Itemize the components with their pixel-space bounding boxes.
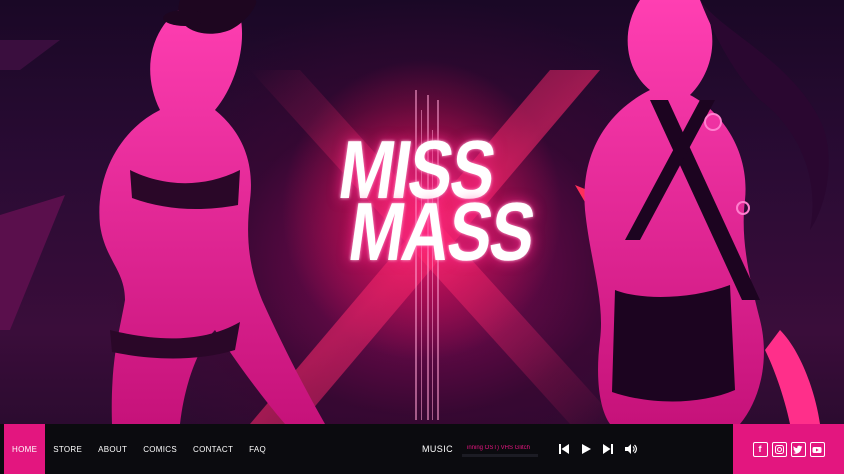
nav-home[interactable]: HOME [4, 424, 46, 474]
logo-line-2: MASS [343, 184, 540, 278]
previous-button[interactable] [553, 424, 575, 474]
next-button[interactable] [597, 424, 619, 474]
youtube-icon[interactable] [809, 441, 825, 457]
nav-contact[interactable]: CONTACT [185, 424, 241, 474]
twitter-icon[interactable] [790, 441, 806, 457]
player-controls [553, 424, 641, 474]
play-icon [582, 444, 591, 454]
miss-mass-logo: MISS MASS [334, 123, 540, 278]
social-links: f [733, 424, 844, 474]
nav-comics[interactable]: COMICS [135, 424, 185, 474]
volume-icon [624, 444, 637, 454]
bottom-bar: HOME STORE ABOUT COMICS CONTACT FAQ MUSI… [0, 424, 844, 474]
track-title-wrap: inning OST) VHS Glitch [467, 445, 543, 451]
previous-icon [559, 444, 569, 454]
shard [0, 40, 60, 70]
left-character [99, 0, 325, 424]
facebook-icon[interactable]: f [752, 441, 768, 457]
right-character [584, 0, 829, 424]
nav-about[interactable]: ABOUT [90, 424, 135, 474]
shard [0, 195, 65, 330]
music-player: MUSIC inning OST) VHS Glitch [422, 424, 543, 474]
nav-faq[interactable]: FAQ [241, 424, 274, 474]
nav-store[interactable]: STORE [45, 424, 90, 474]
track-progress[interactable] [462, 454, 538, 457]
hero-stage: MISS MASS HOME STORE ABOUT COMICS CONTAC… [0, 0, 844, 474]
volume-button[interactable] [619, 424, 641, 474]
next-icon [603, 444, 613, 454]
track-title: inning OST) VHS Glitch [467, 445, 531, 451]
music-label: MUSIC [422, 444, 453, 454]
instagram-icon[interactable] [771, 441, 787, 457]
play-button[interactable] [575, 424, 597, 474]
main-nav: HOME STORE ABOUT COMICS CONTACT FAQ [4, 424, 274, 474]
